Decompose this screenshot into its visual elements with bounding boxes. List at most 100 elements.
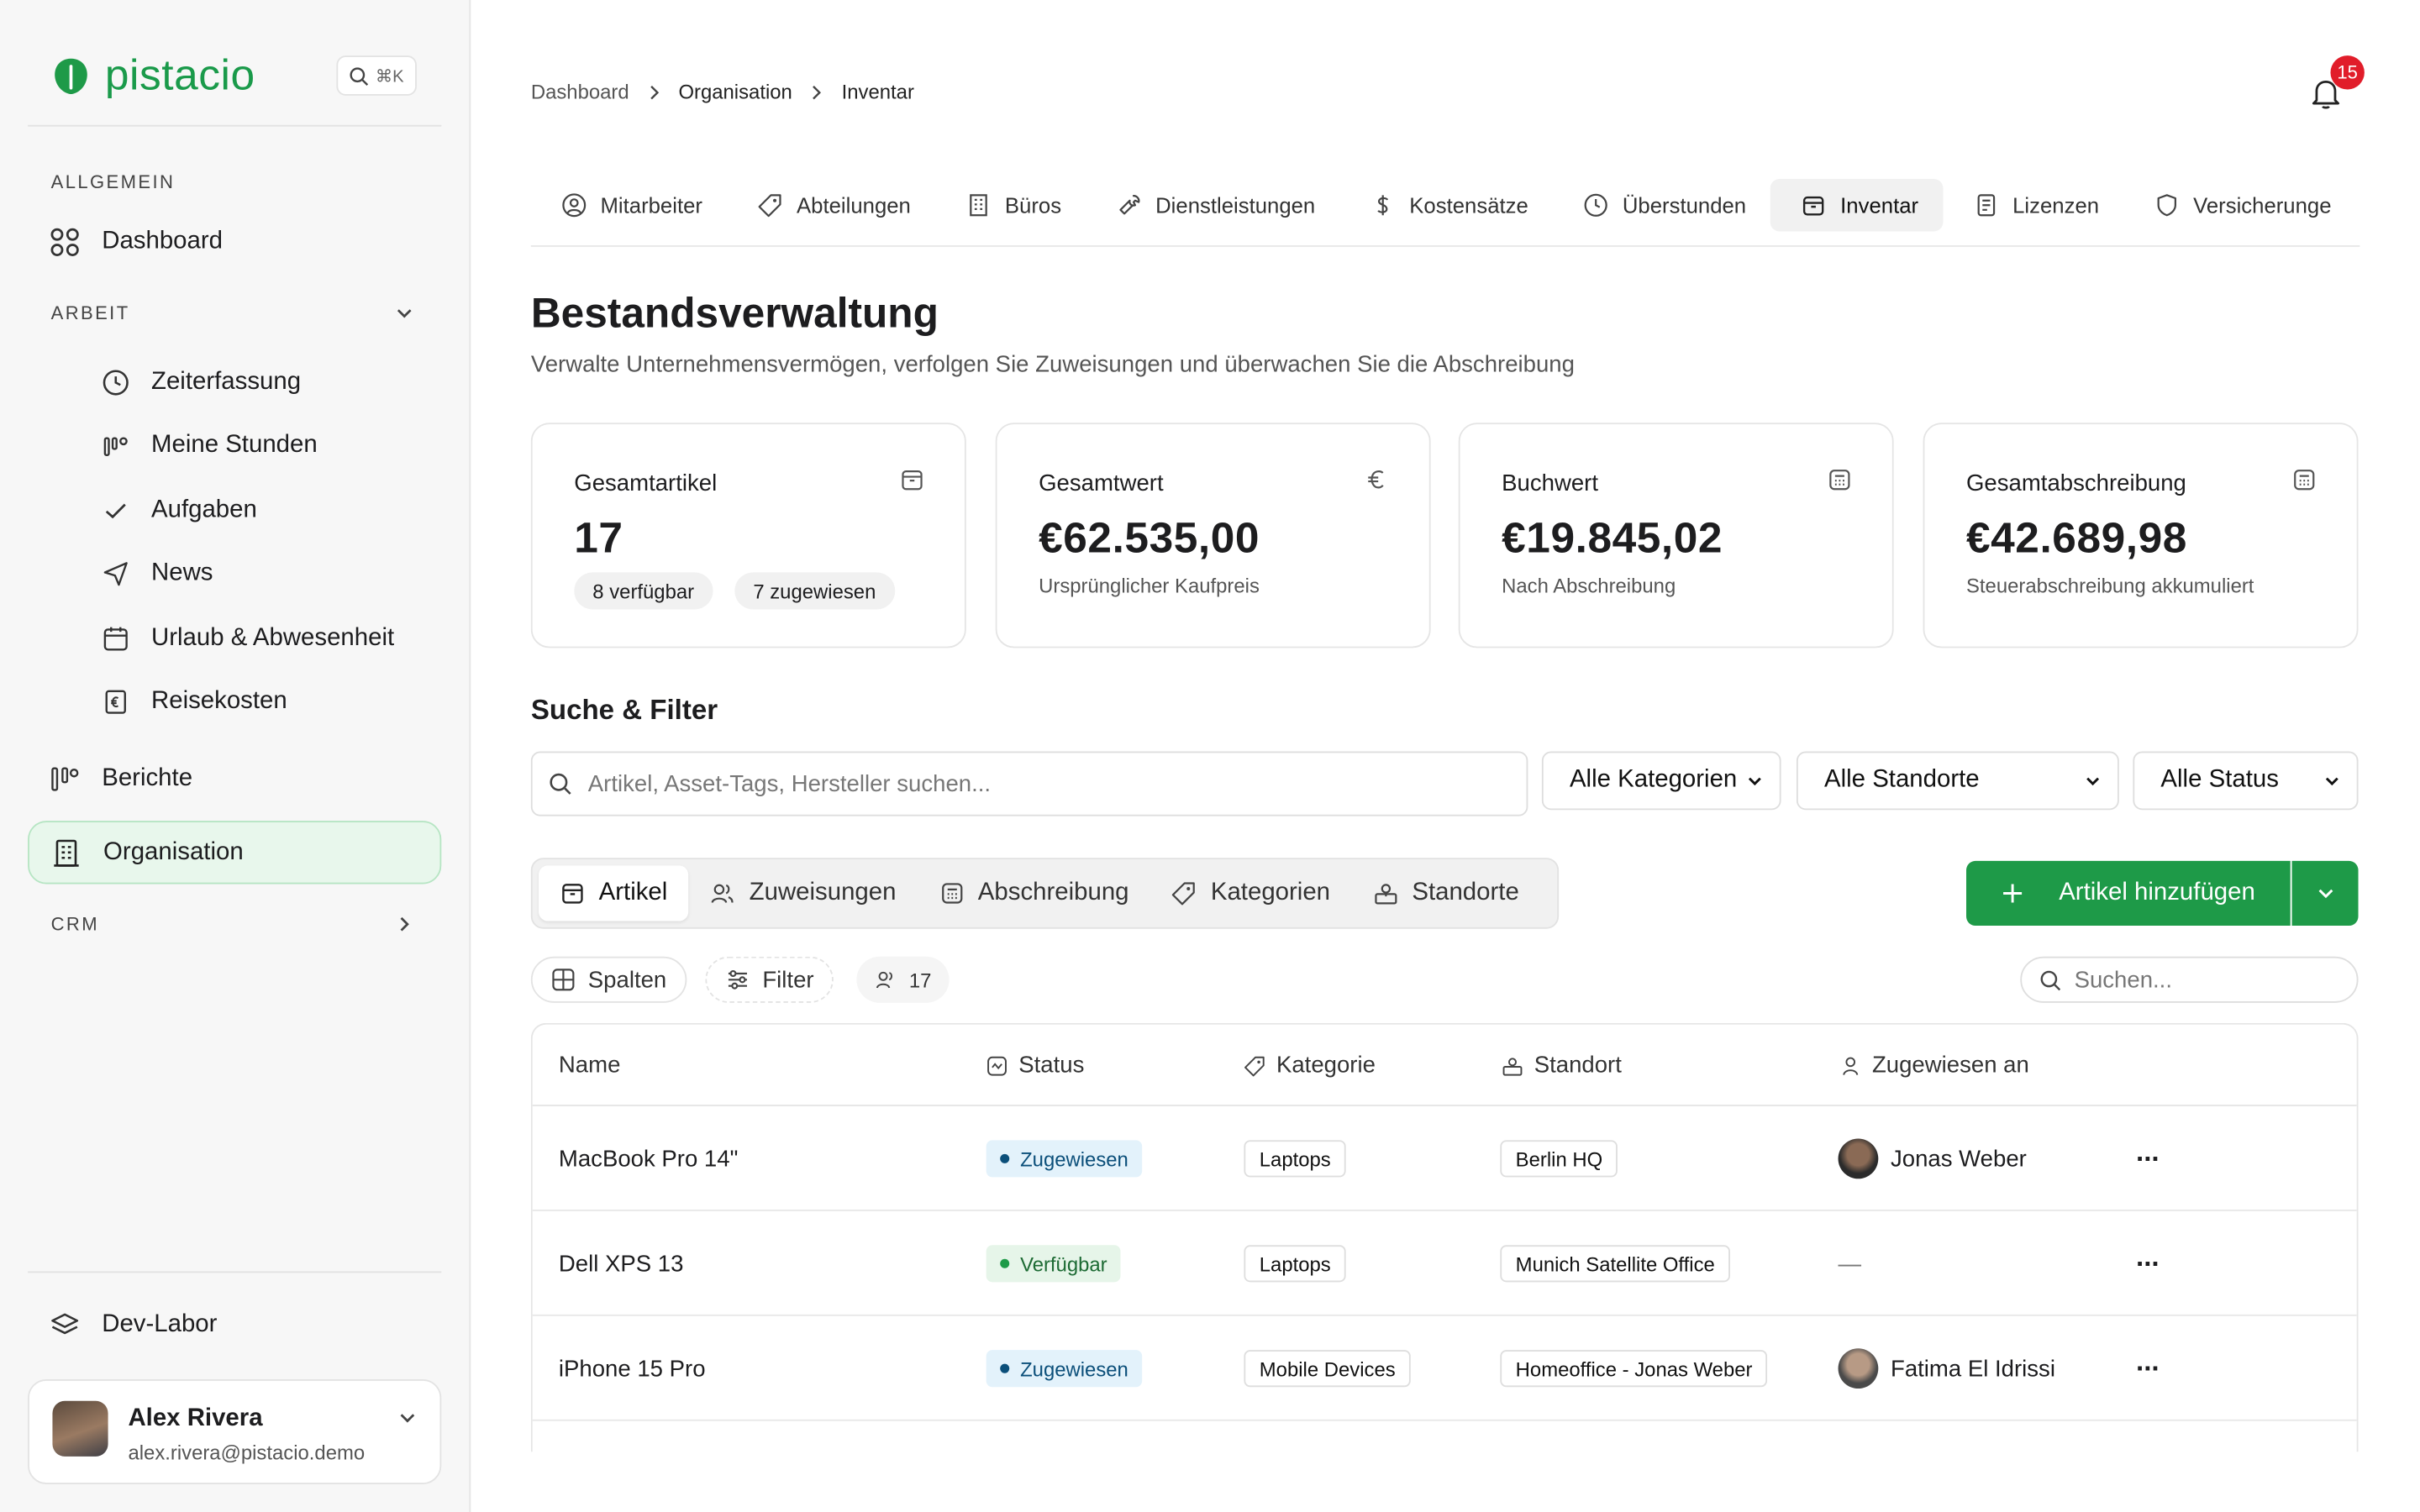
result-count: 17 bbox=[856, 956, 950, 1003]
columns-button[interactable]: Spalten bbox=[530, 956, 687, 1003]
main-content: Dashboard Organisation Inventar 15 Mitar… bbox=[471, 0, 2420, 1512]
chevron-down-icon[interactable] bbox=[393, 302, 415, 324]
check-icon bbox=[105, 503, 126, 519]
chevron-down-icon bbox=[400, 1414, 415, 1423]
status-label: Zugewiesen bbox=[1020, 1357, 1128, 1380]
tab-dienstleistungen[interactable]: Dienstleistungen bbox=[1086, 179, 1339, 231]
search-icon bbox=[550, 773, 571, 795]
cell-name: MacBook Pro 14" bbox=[558, 1145, 739, 1172]
status-dot bbox=[1000, 1153, 1010, 1163]
section-tabs: Mitarbeiter Abteilungen Büros Dienstleis… bbox=[530, 179, 2360, 247]
calculator-icon bbox=[941, 883, 962, 904]
inventory-subtabs: Artikel Zuweisungen Abschreibung Kategor… bbox=[530, 858, 1560, 929]
sidebar-item-organisation[interactable]: Organisation bbox=[28, 821, 442, 885]
subtab-abschreibung[interactable]: Abschreibung bbox=[918, 865, 1150, 921]
sidebar-item-label: Zeiterfassung bbox=[151, 368, 302, 396]
cell-status: Verfügbar bbox=[986, 1211, 1122, 1316]
calendar-icon bbox=[103, 627, 128, 651]
row-actions-button[interactable]: ··· bbox=[2136, 1106, 2160, 1211]
count-value: 17 bbox=[908, 968, 932, 992]
select-value: Alle Kategorien bbox=[1569, 766, 1738, 794]
tab-ueberstunden[interactable]: Überstunden bbox=[1553, 179, 1770, 231]
table-row[interactable]: MacBook Pro 14" Zugewiesen Laptops Berli… bbox=[532, 1106, 2357, 1211]
category-tag: Laptops bbox=[1244, 1245, 1347, 1283]
table-row[interactable]: iPhone 15 Pro Zugewiesen Mobile Devices … bbox=[532, 1316, 2357, 1421]
tag-icon bbox=[1172, 882, 1196, 906]
table-search-input[interactable]: Suchen... bbox=[2020, 956, 2359, 1003]
breadcrumb-item[interactable]: Organisation bbox=[678, 81, 792, 104]
tab-kostensaetze[interactable]: Kostensätze bbox=[1340, 179, 1554, 231]
location-tag: Berlin HQ bbox=[1500, 1140, 1618, 1178]
sidebar-item-urlaub[interactable]: Urlaub & Abwesenheit bbox=[74, 608, 441, 669]
quick-search-button[interactable]: ⌘K bbox=[336, 55, 417, 96]
sidebar-item-meine-stunden[interactable]: Meine Stunden bbox=[74, 415, 441, 476]
available-pill: 8 verfügbar bbox=[574, 572, 713, 610]
subtab-kategorien[interactable]: Kategorien bbox=[1150, 865, 1351, 921]
tag-icon bbox=[758, 194, 781, 218]
cell-assignee[interactable]: Fatima El Idrissi bbox=[1838, 1316, 2055, 1421]
stat-label: Buchwert bbox=[1502, 470, 1598, 497]
chevron-right-icon[interactable] bbox=[393, 913, 415, 935]
cell-assignee[interactable]: Jonas Weber bbox=[1838, 1106, 2027, 1211]
category-tag: Laptops bbox=[1244, 1140, 1347, 1178]
subtab-artikel[interactable]: Artikel bbox=[539, 865, 690, 921]
sidebar-item-label: Dashboard bbox=[102, 228, 224, 255]
add-item-button[interactable]: Artikel hinzufügen bbox=[1966, 860, 2291, 927]
column-header-assignee[interactable]: Zugewiesen an bbox=[1839, 1052, 2029, 1079]
add-options-button[interactable] bbox=[2291, 860, 2359, 927]
stat-label: Gesamtartikel bbox=[574, 470, 718, 497]
breadcrumb-item[interactable]: Dashboard bbox=[531, 81, 629, 104]
column-header-location[interactable]: Standort bbox=[1502, 1053, 1622, 1079]
assigned-pill: 7 zugewiesen bbox=[734, 572, 895, 610]
tab-abteilungen[interactable]: Abteilungen bbox=[727, 179, 935, 231]
search-input[interactable]: Artikel, Asset-Tags, Hersteller suchen..… bbox=[530, 751, 1528, 816]
sidebar-item-dev-labor[interactable]: Dev-Labor bbox=[28, 1294, 441, 1356]
tab-versicherungen[interactable]: Versicherunge bbox=[2123, 179, 2355, 231]
page-subtitle: Verwalte Unternehmensvermögen, verfolgen… bbox=[530, 351, 1575, 378]
tab-label: Büros bbox=[1004, 192, 1062, 218]
inventory-table: Name Status Kategorie Standort Zugewiese… bbox=[530, 1022, 2359, 1452]
shield-icon bbox=[2157, 194, 2177, 217]
header-label: Zugewiesen an bbox=[1871, 1052, 2029, 1079]
status-dot bbox=[1000, 1363, 1010, 1373]
tab-lizenzen[interactable]: Lizenzen bbox=[1943, 179, 2123, 231]
tab-mitarbeiter[interactable]: Mitarbeiter bbox=[531, 179, 728, 231]
category-select[interactable]: Alle Kategorien bbox=[1541, 751, 1781, 811]
column-header-name[interactable]: Name bbox=[559, 1053, 620, 1079]
column-header-status[interactable]: Status bbox=[986, 1053, 1084, 1079]
row-actions-button[interactable]: ··· bbox=[2136, 1211, 2160, 1316]
column-header-category[interactable]: Kategorie bbox=[1244, 1053, 1376, 1079]
location-select[interactable]: Alle Standorte bbox=[1796, 751, 2119, 811]
subtab-standorte[interactable]: Standorte bbox=[1352, 865, 1541, 921]
assignee-name: Jonas Weber bbox=[1891, 1145, 2027, 1172]
select-value: Alle Standorte bbox=[1824, 766, 1980, 794]
search-placeholder: Suchen... bbox=[2074, 966, 2173, 993]
sidebar-item-aufgaben[interactable]: Aufgaben bbox=[74, 480, 441, 541]
avatar bbox=[1838, 1348, 1879, 1389]
sidebar-item-reisekosten[interactable]: Reisekosten bbox=[74, 671, 441, 732]
location-tag: Homeoffice - Jonas Weber bbox=[1500, 1350, 1768, 1388]
cell-location: Munich Satellite Office bbox=[1500, 1211, 1731, 1316]
tab-bueros[interactable]: Büros bbox=[935, 179, 1086, 231]
filter-button[interactable]: Filter bbox=[705, 956, 834, 1003]
row-actions-button[interactable]: ··· bbox=[2136, 1316, 2160, 1421]
tab-label: Überstunden bbox=[1622, 192, 1747, 218]
section-crm[interactable]: CRM bbox=[51, 913, 99, 935]
user-menu[interactable]: Alex Rivera alex.rivera@pistacio.demo bbox=[28, 1379, 442, 1484]
sidebar-item-news[interactable]: News bbox=[74, 543, 441, 605]
tab-inventar[interactable]: Inventar bbox=[1770, 179, 1944, 232]
header-label: Standort bbox=[1534, 1052, 1622, 1079]
status-badge: Zugewiesen bbox=[986, 1140, 1143, 1178]
columns-label: Spalten bbox=[587, 966, 667, 993]
sidebar-item-dashboard[interactable]: Dashboard bbox=[28, 212, 441, 273]
plus-icon bbox=[2003, 884, 2023, 903]
table-row[interactable]: Dell XPS 13 Verfügbar Laptops Munich Sat… bbox=[532, 1211, 2357, 1316]
status-select[interactable]: Alle Status bbox=[2133, 751, 2359, 811]
breadcrumb: Dashboard Organisation Inventar bbox=[531, 81, 914, 104]
sidebar-item-berichte[interactable]: Berichte bbox=[28, 748, 441, 810]
sidebar-item-zeiterfassung[interactable]: Zeiterfassung bbox=[74, 352, 441, 413]
dollar-icon bbox=[1377, 195, 1389, 216]
subtab-zuweisungen[interactable]: Zuweisungen bbox=[689, 865, 918, 921]
wrench-icon bbox=[1118, 195, 1139, 215]
subtab-label: Zuweisungen bbox=[749, 879, 897, 906]
